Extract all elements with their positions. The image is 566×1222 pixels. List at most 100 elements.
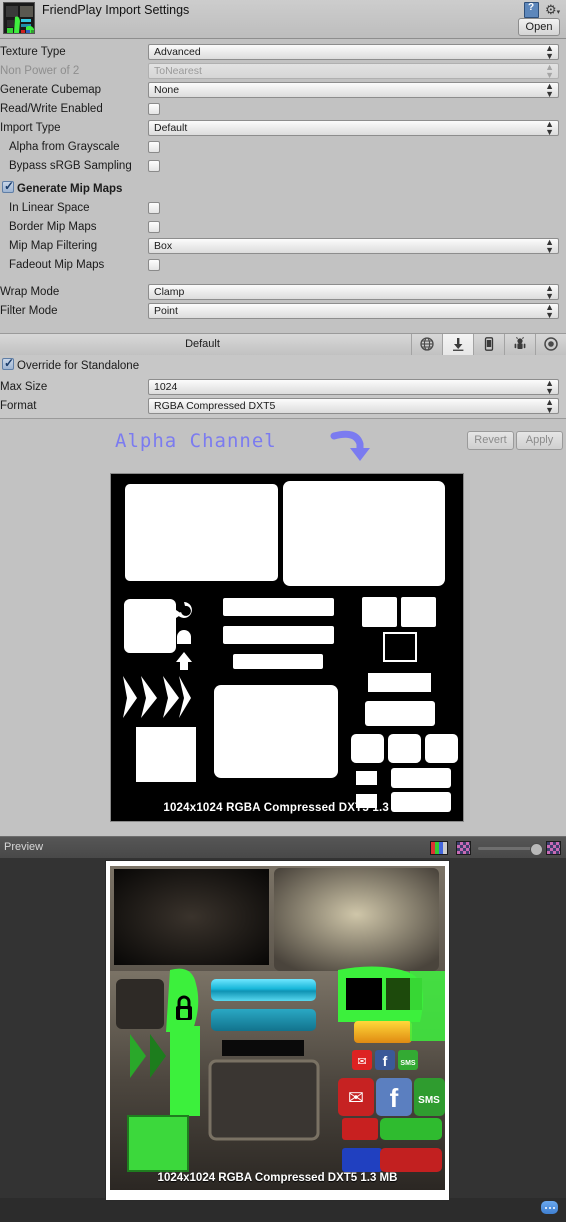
slider-handle[interactable] <box>530 843 543 856</box>
chevron-updown-icon: ▲ ▼ <box>545 81 554 99</box>
platform-tab-bar: Default <box>0 333 566 358</box>
preview-caption: 1024x1024 RGBA Compressed DXT5 1.3 MB <box>157 1172 398 1184</box>
rgb-channels-icon[interactable] <box>430 841 448 855</box>
dropdown-value: Default <box>154 122 188 134</box>
alpha-channel-annotation: Alpha Channel <box>115 430 277 452</box>
chevron-updown-icon: ▲ ▼ <box>545 397 554 415</box>
dropdown-generate-cubemap[interactable]: None ▲ ▼ <box>148 81 559 99</box>
setting-row-import-type: Import Type Default ▲ ▼ <box>0 120 566 139</box>
setting-label: Generate Cubemap <box>0 84 102 96</box>
svg-text:SMS: SMS <box>400 1060 416 1067</box>
setting-row-generate-mip-maps: Generate Mip Maps <box>0 179 566 200</box>
dropdown-value: ToNearest <box>154 65 202 77</box>
gear-icon[interactable]: ⚙▾ <box>545 3 560 17</box>
svg-text:SMS: SMS <box>418 1095 440 1106</box>
setting-label: Import Type <box>0 122 61 134</box>
setting-label: Filter Mode <box>0 305 58 317</box>
revert-button[interactable]: Revert <box>467 431 514 450</box>
max-size-dropdown[interactable]: 1024 ▲ ▼ <box>148 378 559 396</box>
download-icon <box>451 337 465 354</box>
setting-label: In Linear Space <box>9 202 90 214</box>
texture-preview-image[interactable]: ✉ f SMS ✉ f SMS 1024x1024 RGBA Compresse… <box>110 866 445 1190</box>
texture-thumbnail <box>3 2 35 34</box>
dropdown-non-power-of-2: ToNearest ▲ ▼ <box>148 62 559 80</box>
dropdown-filter-mode[interactable]: Point ▲ ▼ <box>148 302 559 320</box>
chevron-updown-icon: ▲ ▼ <box>545 302 554 320</box>
web-platform-tab[interactable] <box>411 334 442 356</box>
mip-level-slider[interactable] <box>478 843 543 856</box>
help-book-icon[interactable] <box>524 2 539 18</box>
setting-row-generate-cubemap: Generate Cubemap None ▲ ▼ <box>0 82 566 101</box>
setting-row-fadeout-mip-maps: Fadeout Mip Maps <box>0 257 566 276</box>
format-value: RGBA Compressed DXT5 <box>154 400 276 412</box>
setting-label: Wrap Mode <box>0 286 60 298</box>
setting-label: Bypass sRGB Sampling <box>9 160 132 172</box>
chevron-updown-icon: ▲ ▼ <box>545 43 554 61</box>
svg-text:f: f <box>383 1053 388 1069</box>
checkbox-read-write-enabled[interactable] <box>148 103 160 115</box>
default-platform-label: Default <box>185 338 220 350</box>
dropdown-value: Advanced <box>154 46 201 58</box>
globe-icon <box>420 336 434 354</box>
setting-row-in-linear-space: In Linear Space <box>0 200 566 219</box>
notification-badge-icon[interactable] <box>541 1201 558 1214</box>
checkbox-in-linear-space[interactable] <box>148 202 160 214</box>
checkerboard-icon[interactable] <box>456 841 471 855</box>
dropdown-import-type[interactable]: Default ▲ ▼ <box>148 120 559 137</box>
checkerboard-icon[interactable] <box>546 841 561 855</box>
setting-row-mip-map-filtering: Mip Map Filtering Box ▲ ▼ <box>0 238 566 257</box>
setting-row-non-power-of-2: Non Power of 2 ToNearest ▲ ▼ <box>0 63 566 82</box>
chevron-updown-icon: ▲ ▼ <box>545 378 554 396</box>
android-platform-tab[interactable] <box>504 334 535 356</box>
dropdown-value: Box <box>154 240 173 252</box>
format-dropdown[interactable]: RGBA Compressed DXT5 ▲ ▼ <box>148 397 559 415</box>
svg-text:✉: ✉ <box>357 1056 366 1068</box>
setting-row-wrap-mode: Wrap Mode Clamp ▲ ▼ <box>0 284 566 303</box>
max-size-label: Max Size <box>0 381 48 393</box>
alpha-channel-preview: 1024x1024 RGBA Compressed DXT5 1.3 MB <box>110 473 464 822</box>
checkbox-alpha-from-grayscale[interactable] <box>148 141 160 153</box>
ios-platform-tab[interactable] <box>473 334 504 356</box>
setting-row-texture-type: Texture Type Advanced ▲ ▼ <box>0 44 566 63</box>
checkbox-bypass-srgb-sampling[interactable] <box>148 160 160 172</box>
chevron-updown-icon: ▲ ▼ <box>545 283 554 301</box>
checkbox-generate-mip-maps[interactable] <box>2 179 14 193</box>
curved-down-arrow-icon <box>330 430 370 461</box>
setting-row-filter-mode: Filter Mode Point ▲ ▼ <box>0 303 566 322</box>
checkbox-border-mip-maps[interactable] <box>148 221 160 233</box>
platform-tabs <box>411 334 566 358</box>
setting-row-read-write-enabled: Read/Write Enabled <box>0 101 566 120</box>
dropdown-value: Clamp <box>154 286 185 298</box>
setting-label: Mip Map Filtering <box>9 240 98 252</box>
flash-platform-tab[interactable] <box>535 334 566 356</box>
setting-label: Alpha from Grayscale <box>9 141 120 153</box>
setting-row-border-mip-maps: Border Mip Maps <box>0 219 566 238</box>
override-for-standalone-label: Override for Standalone <box>17 360 140 372</box>
inspector-panel: FriendPlay Import Settings ⚙▾ Open Textu… <box>0 0 566 836</box>
max-size-value: 1024 <box>154 381 178 393</box>
android-robot-icon <box>513 336 527 354</box>
open-button[interactable]: Open <box>518 18 560 36</box>
checkbox-fadeout-mip-maps[interactable] <box>148 259 160 271</box>
setting-label: Texture Type <box>0 46 66 58</box>
format-label: Format <box>0 400 37 412</box>
preview-header-bar: Preview <box>0 836 566 859</box>
setting-row-alpha-from-grayscale: Alpha from Grayscale <box>0 139 566 158</box>
dropdown-value: None <box>154 84 180 96</box>
override-for-standalone-checkbox[interactable] <box>2 356 14 370</box>
svg-text:✉: ✉ <box>348 1088 364 1109</box>
svg-text:f: f <box>390 1083 399 1113</box>
chevron-updown-icon: ▲ ▼ <box>545 62 554 80</box>
page-title: FriendPlay Import Settings <box>42 3 190 17</box>
setting-label: Border Mip Maps <box>9 221 97 233</box>
iphone-icon <box>482 336 496 354</box>
dropdown-texture-type[interactable]: Advanced ▲ ▼ <box>148 43 559 61</box>
setting-label: Non Power of 2 <box>0 65 80 77</box>
dropdown-mip-map-filtering[interactable]: Box ▲ ▼ <box>148 237 559 255</box>
apply-button[interactable]: Apply <box>516 431 563 450</box>
preview-title: Preview <box>4 841 44 853</box>
chevron-updown-icon: ▲ ▼ <box>545 237 554 255</box>
setting-label: Read/Write Enabled <box>0 103 103 115</box>
platform-settings-panel: Override for Standalone Max Size 1024 ▲▼… <box>0 355 566 419</box>
dropdown-wrap-mode[interactable]: Clamp ▲ ▼ <box>148 283 559 301</box>
